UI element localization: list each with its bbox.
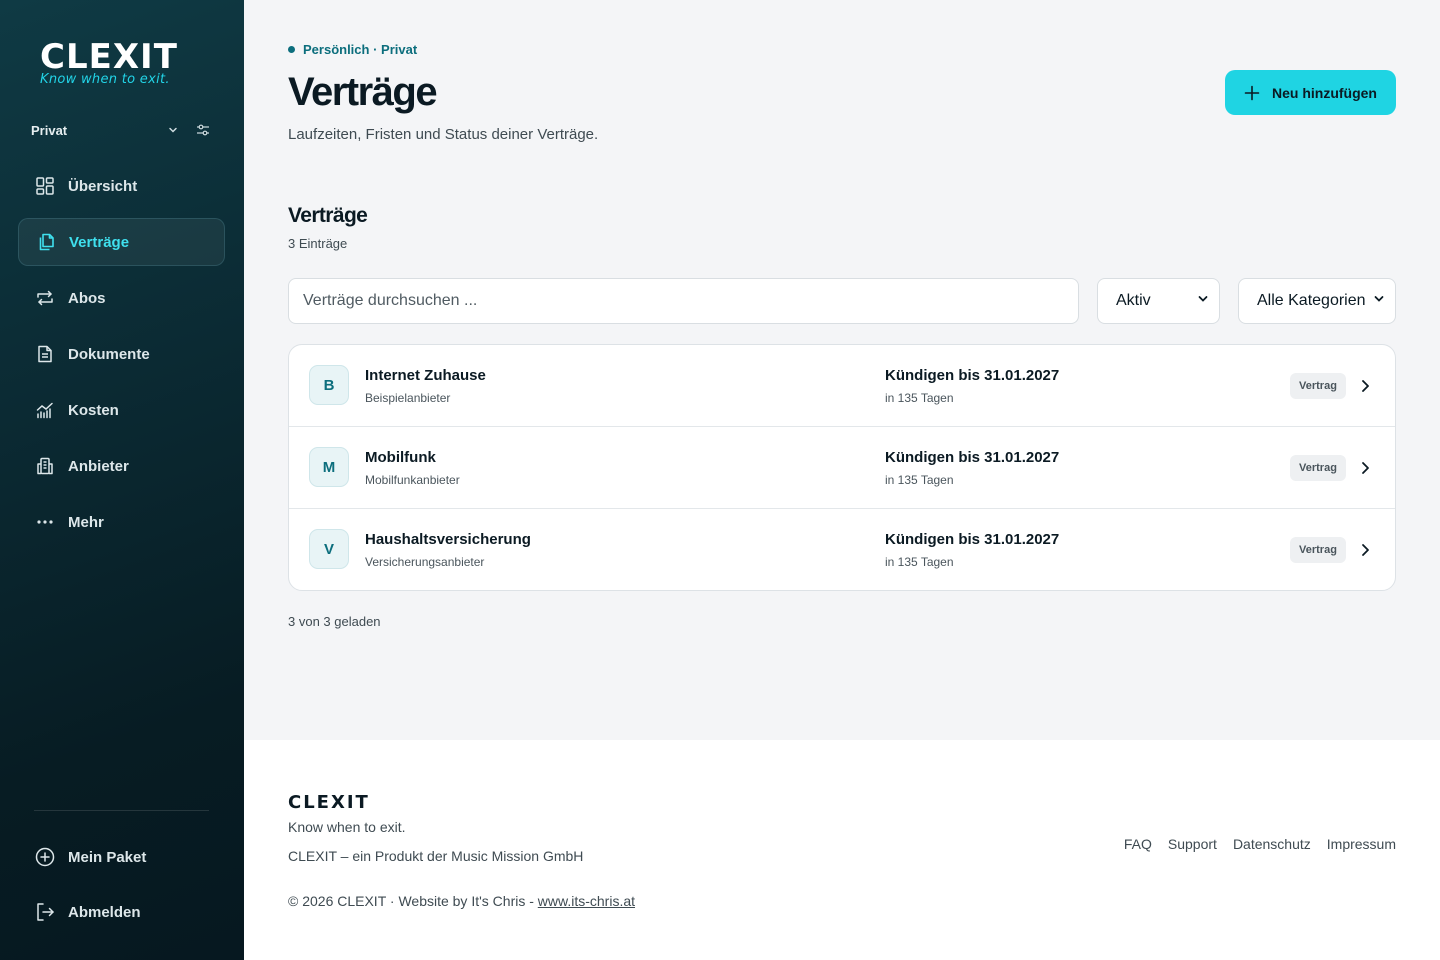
logout-icon: [35, 902, 55, 922]
sidebar-item-uebersicht[interactable]: Übersicht: [18, 162, 225, 210]
sidebar-item-kosten[interactable]: Kosten: [18, 386, 225, 434]
contract-provider: Beispielanbieter: [365, 391, 451, 405]
type-badge: Vertrag: [1290, 373, 1346, 399]
type-badge: Vertrag: [1290, 537, 1346, 563]
sidebar-item-anbieter[interactable]: Anbieter: [18, 442, 225, 490]
footer-brand: CLEXIT: [288, 792, 370, 813]
breadcrumb: Persönlich · Privat: [288, 42, 417, 57]
contract-deadline: Kündigen bis 31.01.2027: [885, 531, 1060, 548]
more-icon: [35, 512, 55, 532]
chevron-right-icon[interactable]: [1357, 460, 1373, 476]
avatar: M: [309, 447, 349, 487]
chevron-down-icon: [1373, 292, 1385, 310]
sidebar-item-label: Mein Paket: [68, 848, 147, 866]
section-title: Verträge: [288, 204, 368, 227]
category-select[interactable]: Alle Kategorien: [1238, 278, 1396, 324]
sidebar-item-dokumente[interactable]: Dokumente: [18, 330, 225, 378]
add-new-button-label: Neu hinzufügen: [1272, 84, 1377, 101]
sidebar-item-mein-paket[interactable]: Mein Paket: [18, 833, 225, 881]
sidebar-item-label: Abos: [68, 289, 106, 307]
main-content: Persönlich · Privat Verträge Laufzeiten,…: [244, 0, 1440, 740]
repeat-icon: [35, 288, 55, 308]
footer: CLEXIT Know when to exit. CLEXIT – ein P…: [244, 740, 1440, 960]
contract-provider: Versicherungsanbieter: [365, 555, 485, 569]
page-title: Verträge: [288, 70, 438, 114]
website-link[interactable]: www.its-chris.at: [538, 893, 635, 909]
footer-tagline: Know when to exit.: [288, 819, 406, 835]
avatar: V: [309, 529, 349, 569]
contract-name: Haushaltsversicherung: [365, 531, 531, 548]
chart-icon: [35, 400, 55, 420]
table-row[interactable]: V Haushaltsversicherung Versicherungsanb…: [289, 509, 1395, 590]
contract-name: Mobilfunk: [365, 449, 436, 466]
footer-copyright: © 2026 CLEXIT · Website by It's Chris - …: [288, 893, 635, 909]
contract-deadline: Kündigen bis 31.01.2027: [885, 367, 1060, 384]
chevron-right-icon[interactable]: [1357, 542, 1373, 558]
loaded-count: 3 von 3 geladen: [288, 614, 381, 629]
contract-provider: Mobilfunkanbieter: [365, 473, 460, 487]
sidebar-nav: Übersicht Verträge Abos Dokumente Kosten: [18, 162, 225, 554]
sidebar-item-abmelden[interactable]: Abmelden: [18, 888, 225, 936]
logo-wordmark: CLEXIT: [40, 37, 178, 77]
brand-logo[interactable]: CLEXIT Know when to exit.: [40, 40, 210, 90]
add-new-button[interactable]: Neu hinzufügen: [1225, 70, 1396, 115]
search-input[interactable]: [288, 278, 1079, 324]
building-icon: [35, 456, 55, 476]
workspace-switcher[interactable]: Privat: [31, 120, 211, 140]
contract-days-left: in 135 Tagen: [885, 391, 954, 405]
sliders-icon[interactable]: [195, 122, 211, 138]
grid-icon: [35, 176, 55, 196]
contract-name: Internet Zuhause: [365, 367, 486, 384]
status-dot-icon: [288, 46, 295, 53]
sidebar-divider: [34, 810, 209, 811]
table-row[interactable]: M Mobilfunk Mobilfunkanbieter Kündigen b…: [289, 427, 1395, 509]
sidebar-bottom-nav: Mein Paket Abmelden: [18, 833, 225, 943]
contract-deadline: Kündigen bis 31.01.2027: [885, 449, 1060, 466]
entry-count: 3 Einträge: [288, 236, 348, 251]
page-subtitle: Laufzeiten, Fristen und Status deiner Ve…: [288, 126, 599, 143]
logo-tagline: Know when to exit.: [40, 72, 170, 87]
plus-circle-icon: [35, 847, 55, 867]
plus-icon: [1244, 85, 1260, 101]
contract-days-left: in 135 Tagen: [885, 473, 954, 487]
documents-icon: [36, 232, 56, 252]
sidebar-item-label: Mehr: [68, 513, 104, 531]
footer-link-faq[interactable]: FAQ: [1124, 836, 1152, 852]
footer-links: FAQ Support Datenschutz Impressum: [1124, 836, 1396, 852]
sidebar-item-label: Verträge: [69, 233, 130, 251]
footer-link-impressum[interactable]: Impressum: [1327, 836, 1396, 852]
workspace-label: Privat: [31, 122, 68, 138]
sidebar-item-mehr[interactable]: Mehr: [18, 498, 225, 546]
avatar: B: [309, 365, 349, 405]
sidebar-item-label: Übersicht: [68, 177, 138, 195]
contracts-list: B Internet Zuhause Beispielanbieter Künd…: [288, 344, 1396, 591]
footer-company: CLEXIT – ein Produkt der Music Mission G…: [288, 848, 584, 864]
chevron-right-icon[interactable]: [1357, 378, 1373, 394]
sidebar-item-abos[interactable]: Abos: [18, 274, 225, 322]
type-badge: Vertrag: [1290, 455, 1346, 481]
chevron-down-icon: [1197, 292, 1209, 310]
status-select[interactable]: Aktiv: [1097, 278, 1220, 324]
category-select-value: Alle Kategorien: [1257, 292, 1366, 309]
table-row[interactable]: B Internet Zuhause Beispielanbieter Künd…: [289, 345, 1395, 427]
footer-link-datenschutz[interactable]: Datenschutz: [1233, 836, 1311, 852]
sidebar-item-label: Abmelden: [68, 903, 141, 921]
breadcrumb-text: Persönlich · Privat: [303, 42, 418, 57]
copyright-text: © 2026 CLEXIT · Website by It's Chris -: [288, 893, 538, 909]
sidebar-item-label: Anbieter: [68, 457, 129, 475]
status-select-value: Aktiv: [1116, 292, 1151, 309]
file-text-icon: [35, 344, 55, 364]
footer-link-support[interactable]: Support: [1168, 836, 1217, 852]
sidebar-item-vertraege[interactable]: Verträge: [18, 218, 225, 266]
contract-days-left: in 135 Tagen: [885, 555, 954, 569]
sidebar-item-label: Dokumente: [68, 345, 150, 363]
chevron-down-icon[interactable]: [165, 122, 181, 138]
sidebar: CLEXIT Know when to exit. Privat Übersic…: [0, 0, 244, 960]
sidebar-item-label: Kosten: [68, 401, 119, 419]
